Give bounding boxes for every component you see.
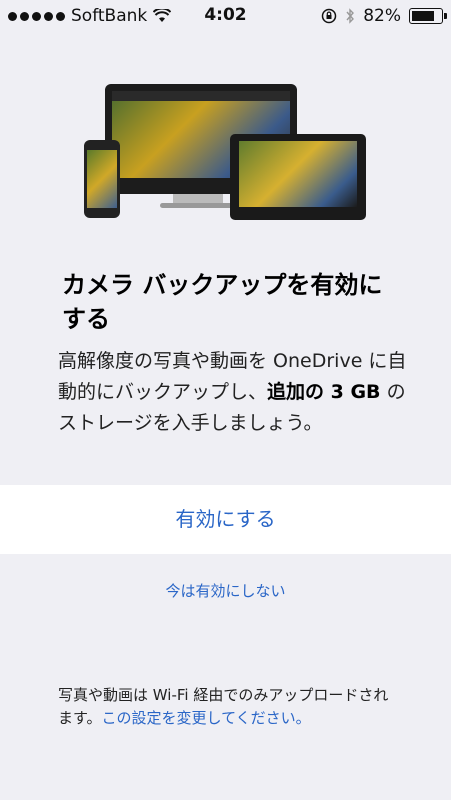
phone-icon	[84, 140, 120, 218]
description: 高解像度の写真や動画を OneDrive に自動的にバックアップし、追加の 3 …	[58, 346, 408, 439]
not-now-button[interactable]: 今は有効にしない	[0, 580, 451, 606]
battery-percent: 82%	[363, 6, 401, 26]
status-right: 82%	[321, 6, 447, 26]
devices-illustration	[78, 84, 378, 224]
battery-icon	[409, 8, 447, 24]
footer-note: 写真や動画は Wi-Fi 経由でのみアップロードされます。この設定を変更してくだ…	[58, 684, 398, 730]
change-settings-link[interactable]: この設定を変更してください。	[102, 709, 311, 727]
monitor-stand-base	[160, 203, 236, 208]
battery-fill	[412, 11, 434, 21]
bluetooth-icon	[346, 8, 355, 24]
enable-button[interactable]: 有効にする	[0, 485, 451, 554]
status-bar: SoftBank 4:02 82%	[0, 0, 451, 34]
description-bold: 追加の 3 GB	[267, 381, 381, 403]
page-title: カメラ バックアップを有効にする	[62, 271, 383, 333]
tablet-icon	[230, 134, 366, 220]
rotation-lock-icon	[321, 8, 337, 24]
